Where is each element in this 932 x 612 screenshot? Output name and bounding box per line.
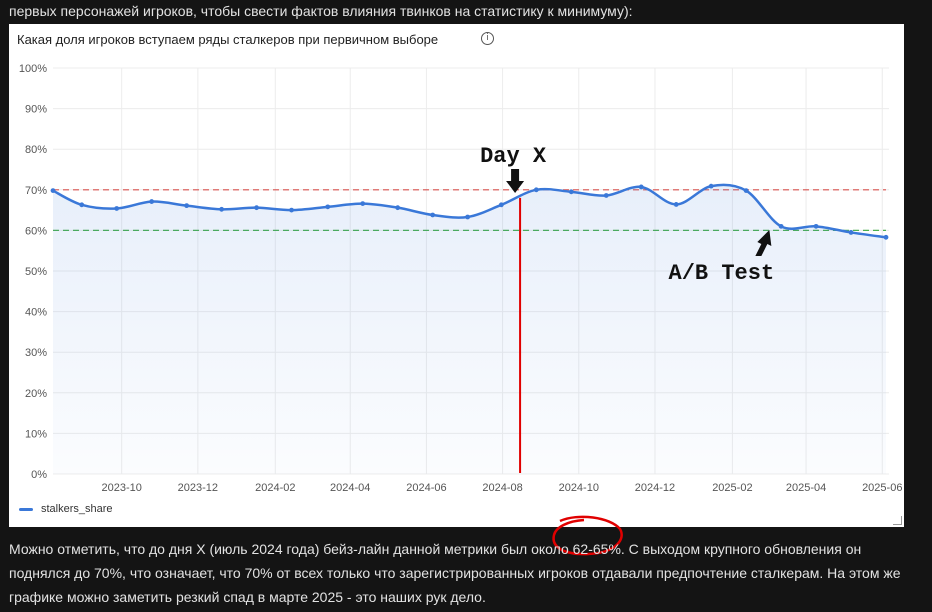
data-point (360, 201, 366, 207)
data-point (79, 202, 85, 208)
data-point (254, 205, 259, 211)
data-point (883, 234, 889, 240)
data-point (848, 230, 854, 235)
chart-svg: 0% 10% 20% 30% 40% 50% 60% 70% 80% 90% 100% 2023-10… (19, 63, 903, 494)
x-tick-label: 2024-08 (482, 482, 522, 494)
x-tick-label: 2025-04 (786, 482, 826, 494)
data-point (395, 205, 401, 211)
y-tick-label: 50% (25, 266, 47, 278)
data-point (184, 203, 190, 209)
data-point (430, 212, 436, 218)
conclusion-line-2: поднялся до 70%, что означает, что 70% о… (9, 565, 901, 581)
data-point (325, 204, 331, 210)
y-tick-label: 80% (25, 144, 47, 156)
y-tick-label: 0% (31, 469, 47, 481)
conclusion-line-3: графике можно заметить резкий спад в мар… (9, 589, 486, 605)
conclusion-text: Можно отметить, что до дня X (июль 2024 … (9, 537, 909, 609)
data-point (533, 187, 539, 193)
y-tick-label: 100% (19, 63, 47, 75)
x-tick-label: 2024-04 (330, 482, 370, 494)
data-point (568, 189, 574, 195)
data-point (603, 193, 609, 198)
x-tick-label: 2023-12 (178, 482, 218, 494)
data-point (114, 206, 120, 211)
x-tick-label: 2024-12 (635, 482, 675, 494)
y-tick-label: 40% (25, 307, 47, 319)
chart-card: Какая доля игроков вступаем ряды сталкер… (9, 24, 904, 527)
data-point (673, 202, 679, 207)
y-tick-label: 70% (25, 185, 47, 197)
x-tick-label: 2024-02 (255, 482, 295, 494)
data-point (465, 214, 471, 220)
y-tick-label: 20% (25, 388, 47, 400)
legend[interactable]: stalkers_share (19, 503, 113, 515)
legend-swatch (19, 507, 33, 511)
x-tick-label: 2025-06 (862, 482, 902, 494)
legend-label: stalkers_share (41, 503, 113, 515)
conclusion-line-1: Можно отметить, что до дня X (июль 2024 … (9, 541, 862, 557)
data-point (289, 207, 294, 213)
data-point (708, 183, 714, 189)
y-tick-label: 90% (25, 104, 47, 116)
data-point (813, 223, 819, 229)
x-tick-label: 2024-06 (406, 482, 446, 494)
data-point (149, 199, 155, 204)
annotation-day-x: Day X (480, 144, 547, 169)
annotation-ab-test: A/B Test (669, 261, 775, 286)
data-point (743, 188, 749, 194)
intro-text: первых персонажей игроков, чтобы свести … (9, 3, 633, 19)
data-point (219, 206, 224, 212)
data-point (498, 202, 504, 208)
x-tick-label: 2025-02 (712, 482, 752, 494)
data-point (638, 184, 644, 190)
y-tick-label: 10% (25, 428, 47, 440)
x-tick-label: 2024-10 (559, 482, 599, 494)
resize-handle[interactable] (893, 516, 902, 525)
x-tick-label: 2023-10 (102, 482, 142, 494)
series-area (53, 184, 886, 474)
y-tick-label: 30% (25, 347, 47, 359)
y-tick-label: 60% (25, 225, 47, 237)
data-point (50, 188, 56, 194)
data-point (778, 223, 784, 229)
